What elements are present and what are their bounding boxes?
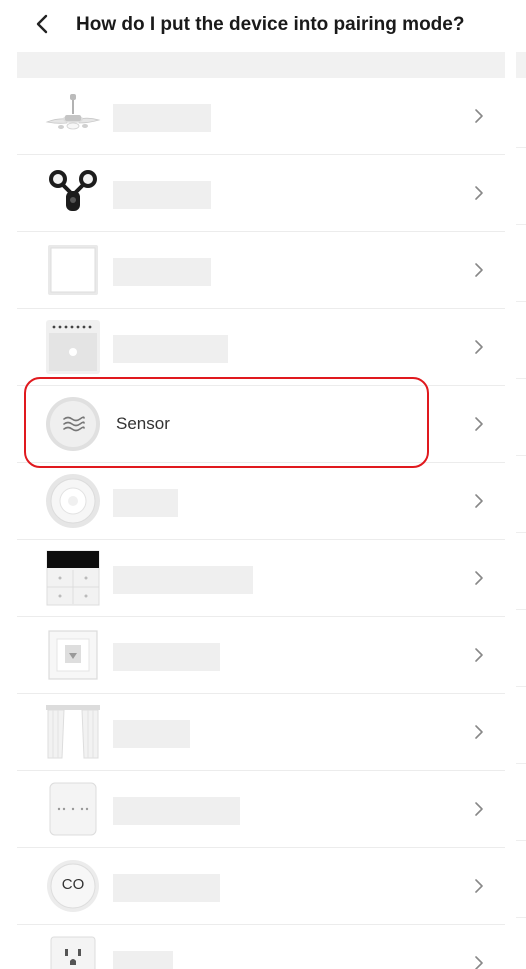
device-name-placeholder: [113, 489, 178, 517]
device-name: Sensor: [116, 414, 170, 433]
list-header-bar: [17, 52, 505, 78]
device-name-placeholder: [113, 951, 173, 969]
device-item-light-bar[interactable]: [17, 309, 505, 386]
device-name-placeholder: [113, 720, 190, 748]
wall-switch-icon: [45, 242, 101, 298]
device-item-co-detector[interactable]: CO: [17, 848, 505, 925]
chevron-right-icon: [473, 338, 485, 356]
co-detector-icon: CO: [45, 858, 101, 914]
device-item-floodlight-camera[interactable]: [17, 155, 505, 232]
chevron-right-icon: [473, 646, 485, 664]
device-name-placeholder: [113, 566, 253, 594]
device-name-placeholder: [113, 874, 220, 902]
side-panel-edge: [508, 52, 526, 969]
device-name-placeholder: [113, 643, 220, 671]
device-name-placeholder: [113, 104, 211, 132]
co-label: CO: [61, 876, 85, 893]
light-bar-icon: [45, 319, 101, 375]
device-item-sensor[interactable]: Sensor: [17, 386, 505, 463]
device-name-placeholder: [113, 258, 211, 286]
device-name-placeholder: [113, 181, 211, 209]
device-name-placeholder: [113, 797, 240, 825]
control-panel-icon: [45, 550, 101, 606]
outlet-icon: [45, 935, 101, 969]
device-item-wall-switch[interactable]: [17, 232, 505, 309]
back-button[interactable]: [34, 12, 54, 36]
chevron-right-icon: [473, 184, 485, 202]
chevron-right-icon: [473, 954, 485, 969]
device-list: Sensor CO: [17, 78, 505, 969]
device-item-outlet[interactable]: [17, 925, 505, 969]
device-item-ceiling-fan[interactable]: [17, 78, 505, 155]
chevron-left-icon: [36, 14, 48, 34]
chevron-right-icon: [473, 723, 485, 741]
floodlight-camera-icon: [45, 165, 101, 221]
wall-plug-icon: [45, 627, 101, 683]
chevron-right-icon: [473, 877, 485, 895]
device-name-placeholder: [113, 335, 228, 363]
chevron-right-icon: [473, 800, 485, 818]
chevron-right-icon: [473, 107, 485, 125]
chevron-right-icon: [473, 261, 485, 279]
device-item-smoke-detector[interactable]: [17, 463, 505, 540]
curtain-icon: [45, 704, 101, 760]
chevron-right-icon: [473, 569, 485, 587]
device-item-curtain[interactable]: [17, 694, 505, 771]
sensor-icon: [45, 396, 101, 452]
device-item-gateway[interactable]: [17, 771, 505, 848]
smoke-detector-icon: [45, 473, 101, 529]
device-item-control-panel[interactable]: [17, 540, 505, 617]
chevron-right-icon: [473, 415, 485, 433]
header: How do I put the device into pairing mod…: [0, 0, 526, 52]
chevron-right-icon: [473, 492, 485, 510]
gateway-icon: [45, 781, 101, 837]
device-item-wall-plug[interactable]: [17, 617, 505, 694]
pairing-help-page: How do I put the device into pairing mod…: [0, 0, 526, 969]
page-title: How do I put the device into pairing mod…: [76, 14, 465, 35]
ceiling-fan-icon: [45, 88, 101, 144]
